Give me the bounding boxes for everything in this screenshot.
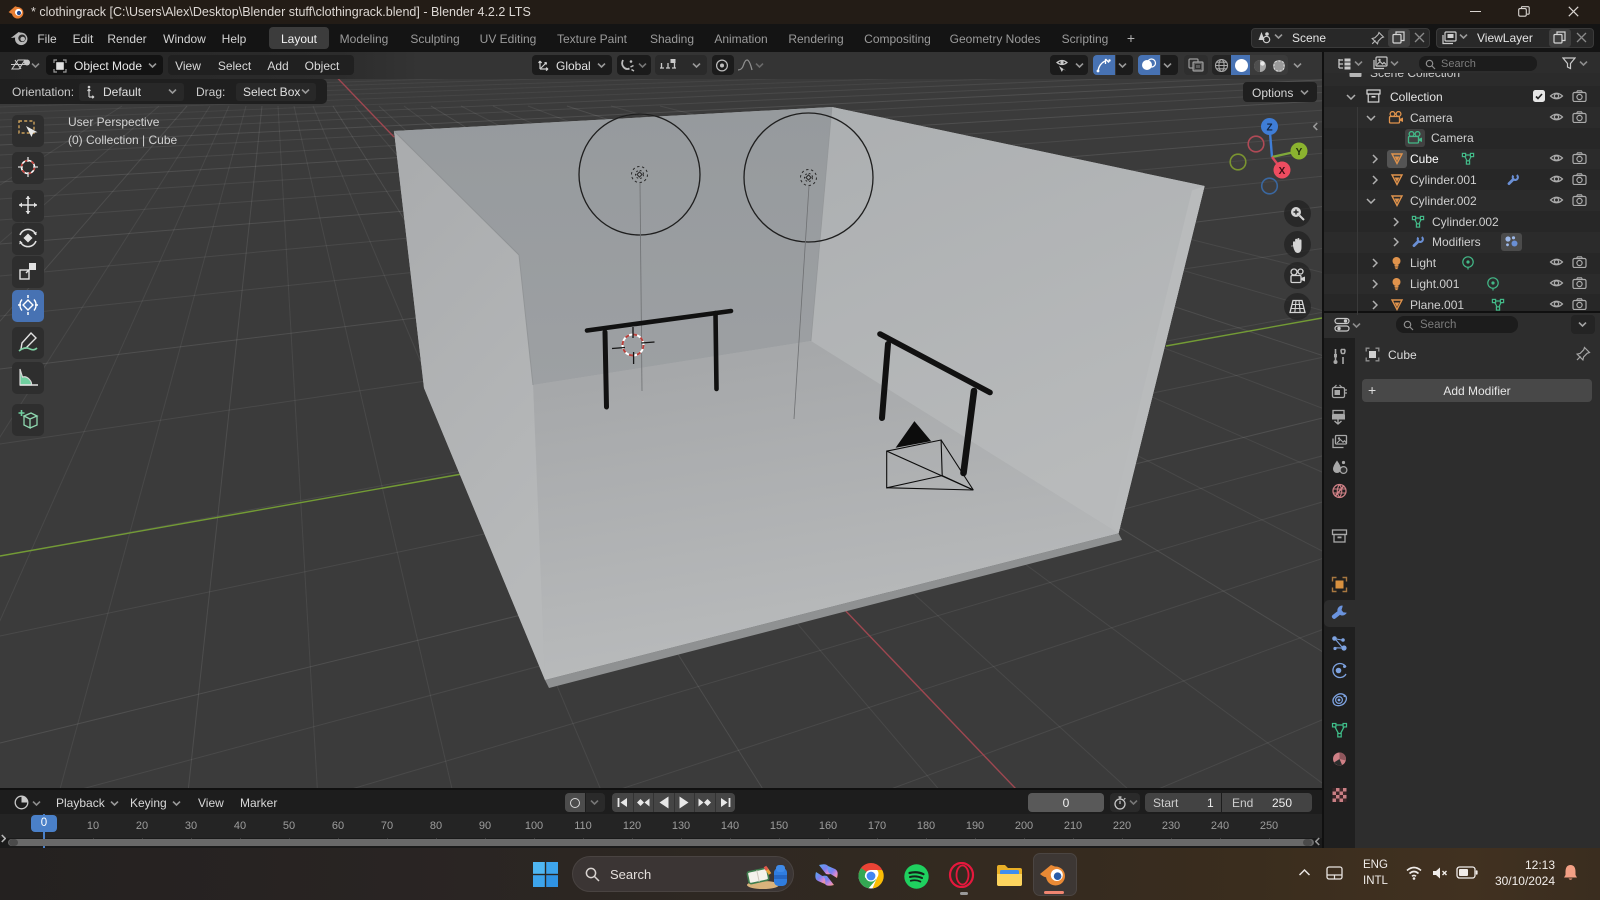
- svg-text:X: X: [1279, 166, 1286, 177]
- svg-text:Y: Y: [1296, 147, 1303, 158]
- svg-text:Z: Z: [1266, 123, 1272, 134]
